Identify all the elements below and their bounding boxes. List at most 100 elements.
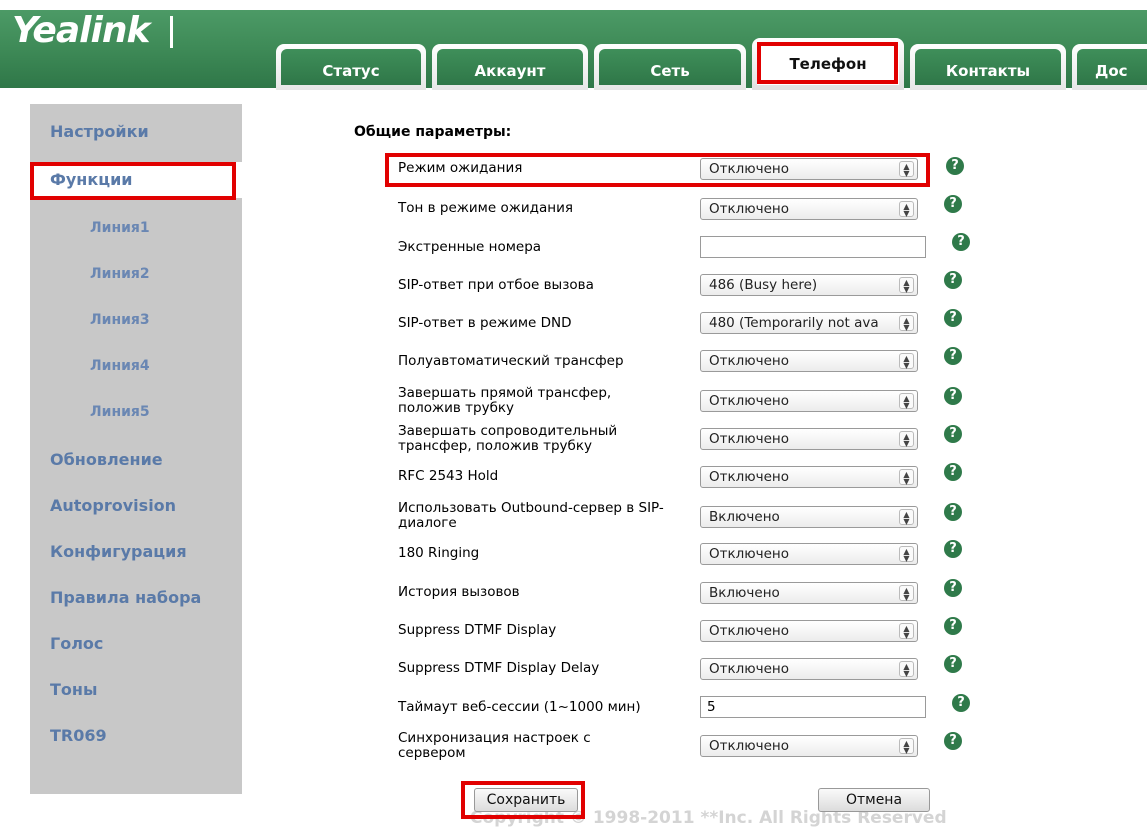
help-icon[interactable]: ?: [944, 271, 962, 289]
select-value: Отключено: [709, 738, 790, 754]
sidebar-item-dial-plan[interactable]: Правила набора: [30, 588, 242, 607]
select-arrows-icon: ▲ ▼: [899, 393, 914, 410]
tab-status[interactable]: Статус: [276, 44, 426, 90]
call-history-select[interactable]: Включено ▲ ▼: [700, 582, 918, 604]
emergency-numbers-input[interactable]: [700, 236, 926, 258]
row-label: Режим ожидания: [398, 160, 523, 176]
sidebar-item-tr069[interactable]: TR069: [30, 726, 242, 745]
help-icon[interactable]: ?: [944, 655, 962, 673]
row-label: Таймаут веб-сессии (1~1000 мин): [398, 699, 641, 715]
help-icon[interactable]: ?: [946, 157, 964, 175]
select-value: Отключено: [709, 623, 790, 639]
select-value: Отключено: [709, 431, 790, 447]
help-icon[interactable]: ?: [944, 617, 962, 635]
semi-attended-transfer-select[interactable]: Отключено ▲ ▼: [700, 350, 918, 372]
idle-tone-select[interactable]: Отключено ▲ ▼: [700, 198, 918, 220]
select-arrows-icon: ▲ ▼: [899, 546, 914, 563]
sip-dnd-response-select[interactable]: 480 (Temporarily not ava ▲ ▼: [700, 312, 918, 334]
tab-label: Дос: [1077, 49, 1147, 85]
attended-transfer-onhook-select[interactable]: Отключено ▲ ▼: [700, 428, 918, 450]
tab-label: Статус: [281, 49, 421, 85]
sidebar-item-line3[interactable]: Линия3: [30, 312, 242, 328]
row-label: Завершать прямой трансфер, положив трубк…: [398, 385, 612, 416]
row-label: Тон в режиме ожидания: [398, 200, 573, 216]
sidebar-item-settings[interactable]: Настройки: [30, 122, 242, 141]
yealink-logo: Yealink: [12, 10, 150, 51]
suppress-dtmf-select[interactable]: Отключено ▲ ▼: [700, 620, 918, 642]
tab-label: Контакты: [915, 49, 1061, 85]
select-arrows-icon: ▲ ▼: [899, 431, 914, 448]
row-label: Синхронизация настроек с сервером: [398, 730, 591, 761]
web-session-timeout-input[interactable]: 5: [700, 696, 926, 718]
suppress-dtmf-delay-select[interactable]: Отключено ▲ ▼: [700, 658, 918, 680]
help-icon[interactable]: ?: [952, 233, 970, 251]
sidebar-item-voice[interactable]: Голос: [30, 634, 242, 653]
outbound-server-select[interactable]: Включено ▲ ▼: [700, 506, 918, 528]
sidebar-item-tones[interactable]: Тоны: [30, 680, 242, 699]
select-arrows-icon: ▲ ▼: [899, 353, 914, 370]
row-label: SIP-ответ при отбое вызова: [398, 277, 594, 293]
tab-contacts[interactable]: Контакты: [910, 44, 1066, 90]
select-value: Отключено: [709, 661, 790, 677]
sidebar-item-configuration[interactable]: Конфигурация: [30, 542, 242, 561]
tab-label: Аккаунт: [437, 49, 583, 85]
row-label: RFC 2543 Hold: [398, 468, 499, 484]
help-icon[interactable]: ?: [952, 694, 970, 712]
help-icon[interactable]: ?: [944, 463, 962, 481]
row-label: Использовать Outbound-сервер в SIP-диало…: [398, 500, 664, 531]
sidebar-item-line2[interactable]: Линия2: [30, 266, 242, 282]
sidebar: Настройки Функции Линия1 Линия2 Линия3 Л…: [30, 104, 256, 794]
row-label: Экстренные номера: [398, 239, 542, 255]
sidebar-item-autoprovision[interactable]: Autoprovision: [30, 496, 242, 515]
select-value: 480 (Temporarily not ava: [709, 315, 879, 331]
help-icon[interactable]: ?: [944, 425, 962, 443]
select-value: Отключено: [709, 161, 790, 177]
cancel-button[interactable]: Отмена: [818, 788, 930, 812]
row-label: Полуавтоматический трансфер: [398, 353, 624, 369]
help-icon[interactable]: ?: [944, 347, 962, 365]
select-arrows-icon: ▲ ▼: [899, 738, 914, 755]
select-value: Отключено: [709, 469, 790, 485]
help-icon[interactable]: ?: [944, 195, 962, 213]
help-icon[interactable]: ?: [944, 732, 962, 750]
row-label: Завершать сопроводительный трансфер, пол…: [398, 423, 618, 454]
sidebar-item-upgrade[interactable]: Обновление: [30, 450, 242, 469]
sidebar-item-features[interactable]: Функции: [30, 162, 256, 198]
sidebar-item-line4[interactable]: Линия4: [30, 358, 242, 374]
select-value: Включено: [709, 585, 780, 601]
sync-settings-select[interactable]: Отключено ▲ ▼: [700, 735, 918, 757]
help-icon[interactable]: ?: [944, 579, 962, 597]
select-arrows-icon: ▲ ▼: [899, 623, 914, 640]
help-icon[interactable]: ?: [944, 503, 962, 521]
select-value: Отключено: [709, 393, 790, 409]
row-label: Suppress DTMF Display: [398, 622, 557, 638]
tab-account[interactable]: Аккаунт: [432, 44, 588, 90]
ringing-180-select[interactable]: Отключено ▲ ▼: [700, 543, 918, 565]
sidebar-item-line5[interactable]: Линия5: [30, 404, 242, 420]
header: Yealink Статус Аккаунт Сеть Телефон Конт…: [0, 0, 1147, 90]
select-arrows-icon: ▲ ▼: [899, 661, 914, 678]
select-value: Отключено: [709, 353, 790, 369]
select-arrows-icon: ▲ ▼: [899, 585, 914, 602]
tab-more[interactable]: Дос: [1072, 44, 1147, 90]
section-title: Общие параметры:: [354, 124, 512, 140]
rfc2543-hold-select[interactable]: Отключено ▲ ▼: [700, 466, 918, 488]
idle-mode-select[interactable]: Отключено ▲ ▼: [700, 158, 918, 180]
help-icon[interactable]: ?: [944, 309, 962, 327]
select-arrows-icon: ▲ ▼: [899, 509, 914, 526]
save-button[interactable]: Сохранить: [474, 788, 578, 812]
row-label: SIP-ответ в режиме DND: [398, 315, 572, 331]
help-icon[interactable]: ?: [944, 540, 962, 558]
select-value: 486 (Busy here): [709, 277, 818, 293]
row-label: 180 Ringing: [398, 545, 480, 561]
sip-reject-response-select[interactable]: 486 (Busy here) ▲ ▼: [700, 274, 918, 296]
select-value: Включено: [709, 509, 780, 525]
blind-transfer-onhook-select[interactable]: Отключено ▲ ▼: [700, 390, 918, 412]
tab-phone[interactable]: Телефон: [752, 38, 904, 90]
tab-label: Телефон: [757, 43, 899, 85]
sidebar-item-line1[interactable]: Линия1: [30, 220, 242, 236]
tab-network[interactable]: Сеть: [594, 44, 746, 90]
help-icon[interactable]: ?: [944, 387, 962, 405]
select-value: Отключено: [709, 201, 790, 217]
select-arrows-icon: ▲ ▼: [899, 277, 914, 294]
